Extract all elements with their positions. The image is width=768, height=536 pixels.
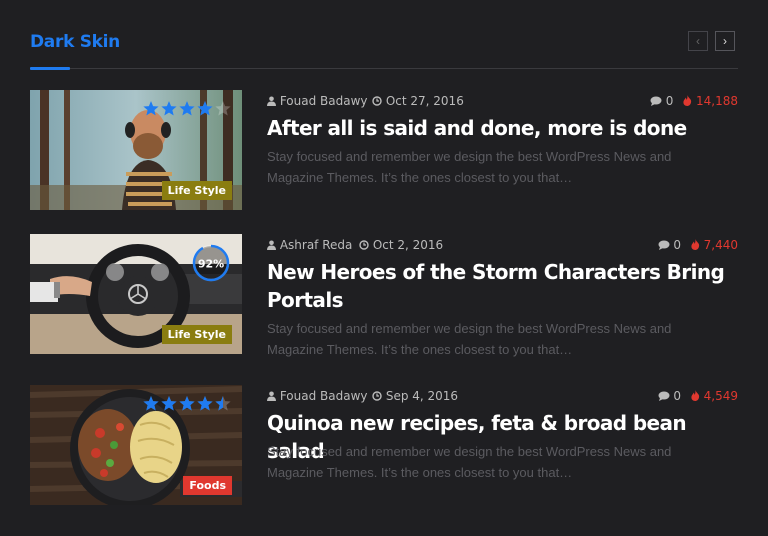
- chevron-right-icon[interactable]: ›: [715, 31, 735, 51]
- section-title: Dark Skin: [30, 32, 120, 52]
- post-date: Oct 2, 2016: [359, 238, 443, 252]
- category-badge[interactable]: Life Style: [161, 181, 232, 200]
- post-author[interactable]: Fouad Badawy: [267, 389, 368, 403]
- author-name: Fouad Badawy: [279, 94, 368, 108]
- category-badge[interactable]: Foods: [183, 476, 232, 495]
- post-excerpt: Stay focused and remember we design the …: [267, 321, 672, 357]
- comment-icon: [658, 391, 670, 401]
- post-thumbnail[interactable]: 92% Life Style: [30, 234, 242, 354]
- comment-count[interactable]: 0: [650, 94, 677, 108]
- author-name: Ashraf Reda: [279, 238, 353, 252]
- post-excerpt: Stay focused and remember we design the …: [267, 149, 672, 185]
- post-meta: Ashraf Reda Oct 2, 2016 0 7,440: [267, 238, 738, 254]
- star-icon: [179, 101, 195, 116]
- comment-count-text: 0: [673, 238, 681, 252]
- star-empty-icon: [215, 101, 231, 116]
- author-name: Fouad Badawy: [279, 389, 368, 403]
- view-count-text: 4,549: [703, 389, 738, 403]
- star-icon: [197, 396, 213, 411]
- view-count: 7,440: [691, 238, 738, 252]
- date-text: Sep 4, 2016: [385, 389, 459, 403]
- post-stats: 0 7,440: [658, 238, 738, 252]
- section-header: Dark Skin ‹ ›: [30, 30, 738, 70]
- post-title[interactable]: After all is said and done, more is done: [267, 114, 738, 142]
- comment-count[interactable]: 0: [658, 238, 685, 252]
- category-badge[interactable]: Life Style: [161, 325, 232, 344]
- header-accent-bar: [30, 67, 70, 70]
- star-icon: [143, 396, 159, 411]
- user-icon: [267, 96, 276, 106]
- post-item: 92% Life Style Ashraf Reda Oct 2, 2016 0…: [30, 234, 738, 357]
- clock-icon: [372, 391, 382, 401]
- rating-percent-circle: 92%: [192, 244, 230, 282]
- rating-stars: [143, 101, 231, 116]
- comment-count-text: 0: [673, 389, 681, 403]
- comment-icon: [650, 96, 662, 106]
- star-icon: [161, 396, 177, 411]
- user-icon: [267, 240, 276, 250]
- post-item: Life Style Fouad Badawy Oct 27, 2016 0 1…: [30, 90, 738, 210]
- post-author[interactable]: Ashraf Reda: [267, 238, 352, 252]
- comment-count-text: 0: [665, 94, 674, 108]
- fire-icon: [691, 390, 699, 401]
- clock-icon: [372, 96, 382, 106]
- star-icon: [143, 101, 159, 116]
- date-text: Oct 2, 2016: [372, 238, 444, 252]
- fire-icon: [691, 239, 699, 250]
- post-item: Foods Fouad Badawy Sep 4, 2016 0 4,549 Q…: [30, 385, 738, 505]
- rating-percent-text: 92%: [198, 258, 224, 271]
- star-icon: [197, 101, 213, 116]
- post-date: Sep 4, 2016: [372, 389, 458, 403]
- chevron-left-icon[interactable]: ‹: [688, 31, 708, 51]
- post-meta: Fouad Badawy Sep 4, 2016 0 4,549: [267, 389, 738, 405]
- clock-icon: [359, 240, 369, 250]
- post-thumbnail[interactable]: Life Style: [30, 90, 242, 210]
- post-meta: Fouad Badawy Oct 27, 2016 0 14,188: [267, 94, 738, 110]
- post-excerpt: Stay focused and remember we design the …: [267, 444, 672, 480]
- view-count-text: 7,440: [703, 238, 738, 252]
- post-date: Oct 27, 2016: [372, 94, 464, 108]
- post-stats: 0 4,549: [658, 389, 738, 403]
- rating-stars: [143, 396, 231, 411]
- post-stats: 0 14,188: [650, 94, 738, 108]
- user-icon: [267, 391, 276, 401]
- comment-count[interactable]: 0: [658, 389, 685, 403]
- star-icon: [179, 396, 195, 411]
- comment-icon: [658, 240, 670, 250]
- date-text: Oct 27, 2016: [385, 94, 464, 108]
- view-count-text: 14,188: [696, 94, 738, 108]
- post-title[interactable]: New Heroes of the Storm Characters Bring…: [267, 258, 738, 314]
- post-thumbnail[interactable]: Foods: [30, 385, 242, 505]
- view-count: 4,549: [691, 389, 738, 403]
- header-divider: [30, 68, 738, 69]
- post-author[interactable]: Fouad Badawy: [267, 94, 368, 108]
- fire-icon: [683, 95, 692, 106]
- view-count: 14,188: [683, 94, 738, 108]
- star-icon: [161, 101, 177, 116]
